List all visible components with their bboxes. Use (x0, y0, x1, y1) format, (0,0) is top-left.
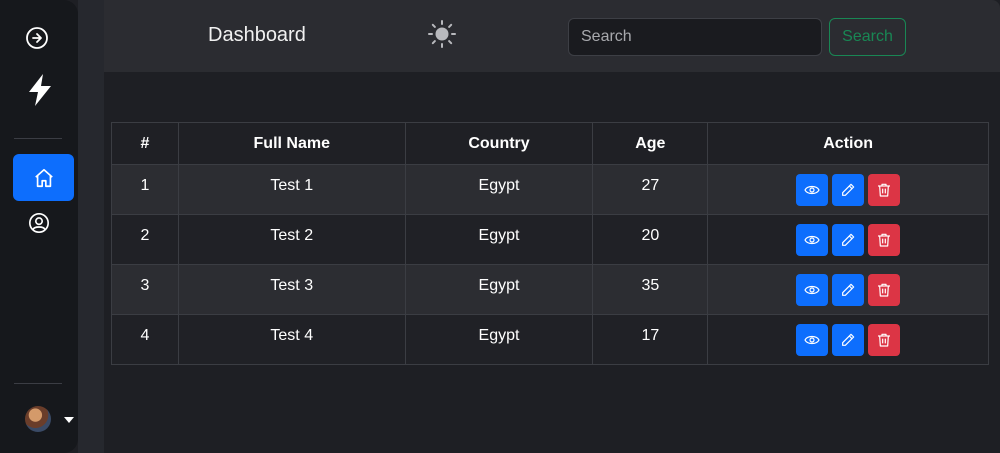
chevron-down-icon[interactable] (64, 417, 74, 423)
table-row: 2 Test 2 Egypt 20 (111, 214, 989, 265)
column-header-name: Full Name (177, 122, 406, 165)
column-header-country: Country (404, 122, 594, 165)
cell-age: 17 (592, 314, 709, 365)
trash-icon (878, 333, 891, 347)
column-header-age: Age (592, 122, 709, 165)
cell-name: Test 3 (177, 264, 406, 315)
delete-button[interactable] (868, 223, 901, 256)
lightning-icon[interactable] (10, 67, 70, 113)
top-header: Dashboard Search (104, 0, 1000, 72)
cell-age: 20 (592, 214, 709, 265)
edit-button[interactable] (832, 223, 865, 256)
search-input[interactable] (568, 18, 822, 56)
cell-country: Egypt (404, 314, 594, 365)
eye-icon (804, 185, 820, 194)
sidebar-item-home[interactable] (13, 154, 74, 201)
cell-name: Test 2 (177, 214, 406, 265)
view-button[interactable] (796, 323, 829, 356)
view-button[interactable] (796, 223, 829, 256)
eye-icon (804, 335, 820, 344)
view-button[interactable] (796, 173, 829, 206)
avatar[interactable] (25, 406, 51, 432)
cell-actions (707, 264, 989, 315)
home-icon (34, 168, 53, 187)
cell-id: 1 (111, 164, 179, 215)
cell-id: 3 (111, 264, 179, 315)
arrow-right-circle-icon[interactable] (7, 15, 67, 61)
sidebar-item-profile[interactable] (9, 200, 69, 246)
table-row: 1 Test 1 Egypt 27 (111, 164, 989, 215)
trash-icon (878, 183, 891, 197)
edit-button[interactable] (832, 273, 865, 306)
eye-icon (804, 235, 820, 244)
sidebar-divider (14, 138, 62, 139)
users-table: # Full Name Country Age Action 1 Test 1 … (111, 122, 989, 365)
delete-button[interactable] (868, 173, 901, 206)
pencil-icon (842, 183, 855, 196)
delete-button[interactable] (868, 273, 901, 306)
cell-name: Test 4 (177, 314, 406, 365)
search-button[interactable]: Search (829, 18, 906, 56)
cell-id: 4 (111, 314, 179, 365)
sun-icon[interactable] (427, 19, 457, 54)
pencil-icon (842, 333, 855, 346)
cell-age: 27 (592, 164, 709, 215)
table-row: 4 Test 4 Egypt 17 (111, 314, 989, 365)
cell-actions (707, 164, 989, 215)
edit-button[interactable] (832, 173, 865, 206)
table-header-row: # Full Name Country Age Action (111, 122, 989, 165)
cell-actions (707, 314, 989, 365)
user-circle-icon (29, 213, 49, 233)
cell-age: 35 (592, 264, 709, 315)
cell-country: Egypt (404, 264, 594, 315)
delete-button[interactable] (868, 323, 901, 356)
table-row: 3 Test 3 Egypt 35 (111, 264, 989, 315)
cell-id: 2 (111, 214, 179, 265)
trash-icon (878, 233, 891, 247)
cell-country: Egypt (404, 164, 594, 215)
column-header-action: Action (707, 122, 989, 165)
edit-button[interactable] (832, 323, 865, 356)
pencil-icon (842, 283, 855, 296)
cell-name: Test 1 (177, 164, 406, 215)
column-header-id: # (111, 122, 179, 165)
sidebar-divider-bottom (14, 383, 62, 384)
pencil-icon (842, 233, 855, 246)
view-button[interactable] (796, 273, 829, 306)
page-title: Dashboard (208, 24, 306, 46)
cell-country: Egypt (404, 214, 594, 265)
cell-actions (707, 214, 989, 265)
eye-icon (804, 285, 820, 294)
sidebar-edge (78, 0, 104, 453)
trash-icon (878, 283, 891, 297)
